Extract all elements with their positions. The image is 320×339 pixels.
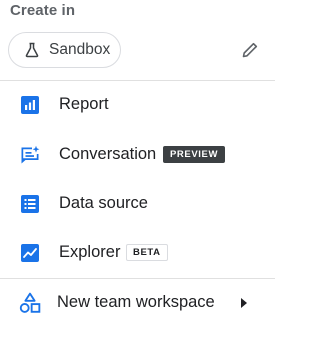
- caret-right-icon: [241, 298, 247, 308]
- menu-item-data-source[interactable]: Data source: [0, 180, 275, 228]
- menu-item-label: Explorer: [59, 243, 121, 261]
- list-icon: [21, 195, 39, 213]
- sandbox-chip[interactable]: Sandbox: [8, 32, 121, 68]
- sandbox-label: Sandbox: [49, 41, 111, 58]
- preview-badge: PREVIEW: [163, 146, 226, 163]
- menu-item-label: Report: [59, 95, 109, 113]
- line-chart-icon: [21, 244, 39, 262]
- beta-badge: BETA: [126, 244, 168, 261]
- menu-item-label: Data source: [59, 194, 148, 212]
- menu-item-explorer[interactable]: Explorer BETA: [0, 229, 275, 277]
- bar-chart-icon: [21, 96, 39, 114]
- shapes-icon: [19, 292, 41, 313]
- menu-item-label: Conversation: [59, 145, 157, 163]
- chat-sparkle-icon: [21, 145, 40, 164]
- menu-item-conversation[interactable]: Conversation PREVIEW: [0, 131, 275, 179]
- menu-item-report[interactable]: Report: [0, 81, 275, 129]
- menu-heading: Create in: [10, 2, 76, 19]
- pencil-icon[interactable]: [241, 41, 259, 59]
- flask-icon: [25, 42, 39, 58]
- create-menu: Create in Sandbox Report Conversation PR…: [0, 0, 275, 339]
- menu-item-new-team-workspace[interactable]: New team workspace: [0, 279, 275, 327]
- menu-item-label: New team workspace: [57, 293, 215, 311]
